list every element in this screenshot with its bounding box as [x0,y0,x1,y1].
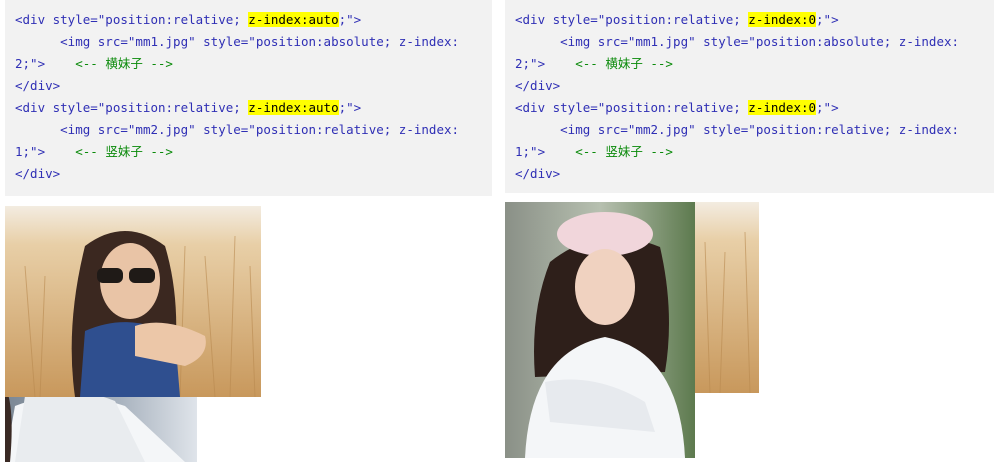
code-text: <img src="mm2.jpg" style="position:relat… [15,122,460,137]
highlighted-z-index: z-index:0 [748,100,817,115]
code-text: 2;"> [15,56,76,71]
code-text: 1;"> [15,144,76,159]
code-text: </div> [515,166,561,181]
highlighted-z-index: z-index:0 [748,12,817,27]
vertical-girl-photo [505,202,695,458]
right-code-block: <div style="position:relative; z-index:0… [505,0,994,193]
highlighted-z-index: z-index:auto [248,100,339,115]
code-line: </div> [15,163,482,185]
code-text: ;"> [816,100,839,115]
code-line: <img src="mm1.jpg" style="position:absol… [15,31,482,53]
code-text: <img src="mm1.jpg" style="position:absol… [15,34,460,49]
code-text: ;"> [816,12,839,27]
code-text: </div> [15,166,61,181]
code-comment: <-- 竖妹子 --> [75,144,173,159]
code-line: <img src="mm2.jpg" style="position:relat… [515,119,984,141]
code-text: 1;"> [515,144,576,159]
highlighted-z-index: z-index:auto [248,12,339,27]
code-line: 1;"> <-- 竖妹子 --> [515,141,984,163]
code-text: <div style="position:relative; [15,12,249,27]
code-text: <img src="mm2.jpg" style="position:relat… [515,122,960,137]
code-line: <div style="position:relative; z-index:a… [15,97,482,119]
code-line: 1;"> <-- 竖妹子 --> [15,141,482,163]
code-line: </div> [515,163,984,185]
right-example: <div style="position:relative; z-index:0… [505,0,994,458]
left-example: <div style="position:relative; z-index:a… [5,0,492,462]
code-text: <div style="position:relative; [15,100,249,115]
code-comment: <-- 横妹子 --> [575,56,673,71]
code-comment: <-- 横妹子 --> [75,56,173,71]
code-line: 2;"> <-- 横妹子 --> [15,53,482,75]
code-line: <div style="position:relative; z-index:0… [515,9,984,31]
code-text: ;"> [338,100,362,115]
code-line: </div> [15,75,482,97]
code-line: <div style="position:relative; z-index:a… [15,9,482,31]
code-text: </div> [15,78,61,93]
left-code-block: <div style="position:relative; z-index:a… [5,0,492,196]
code-line: 2;"> <-- 横妹子 --> [515,53,984,75]
code-line: <img src="mm1.jpg" style="position:absol… [515,31,984,53]
code-line: <div style="position:relative; z-index:0… [515,97,984,119]
code-text: ;"> [338,12,362,27]
code-text: 2;"> [515,56,576,71]
code-text: </div> [515,78,561,93]
code-comment: <-- 竖妹子 --> [575,144,673,159]
horizontal-girl-photo [5,206,261,397]
code-line: <img src="mm2.jpg" style="position:relat… [15,119,482,141]
code-text: <div style="position:relative; [515,100,749,115]
code-text: <div style="position:relative; [515,12,749,27]
code-text: <img src="mm1.jpg" style="position:absol… [515,34,960,49]
code-line: </div> [515,75,984,97]
